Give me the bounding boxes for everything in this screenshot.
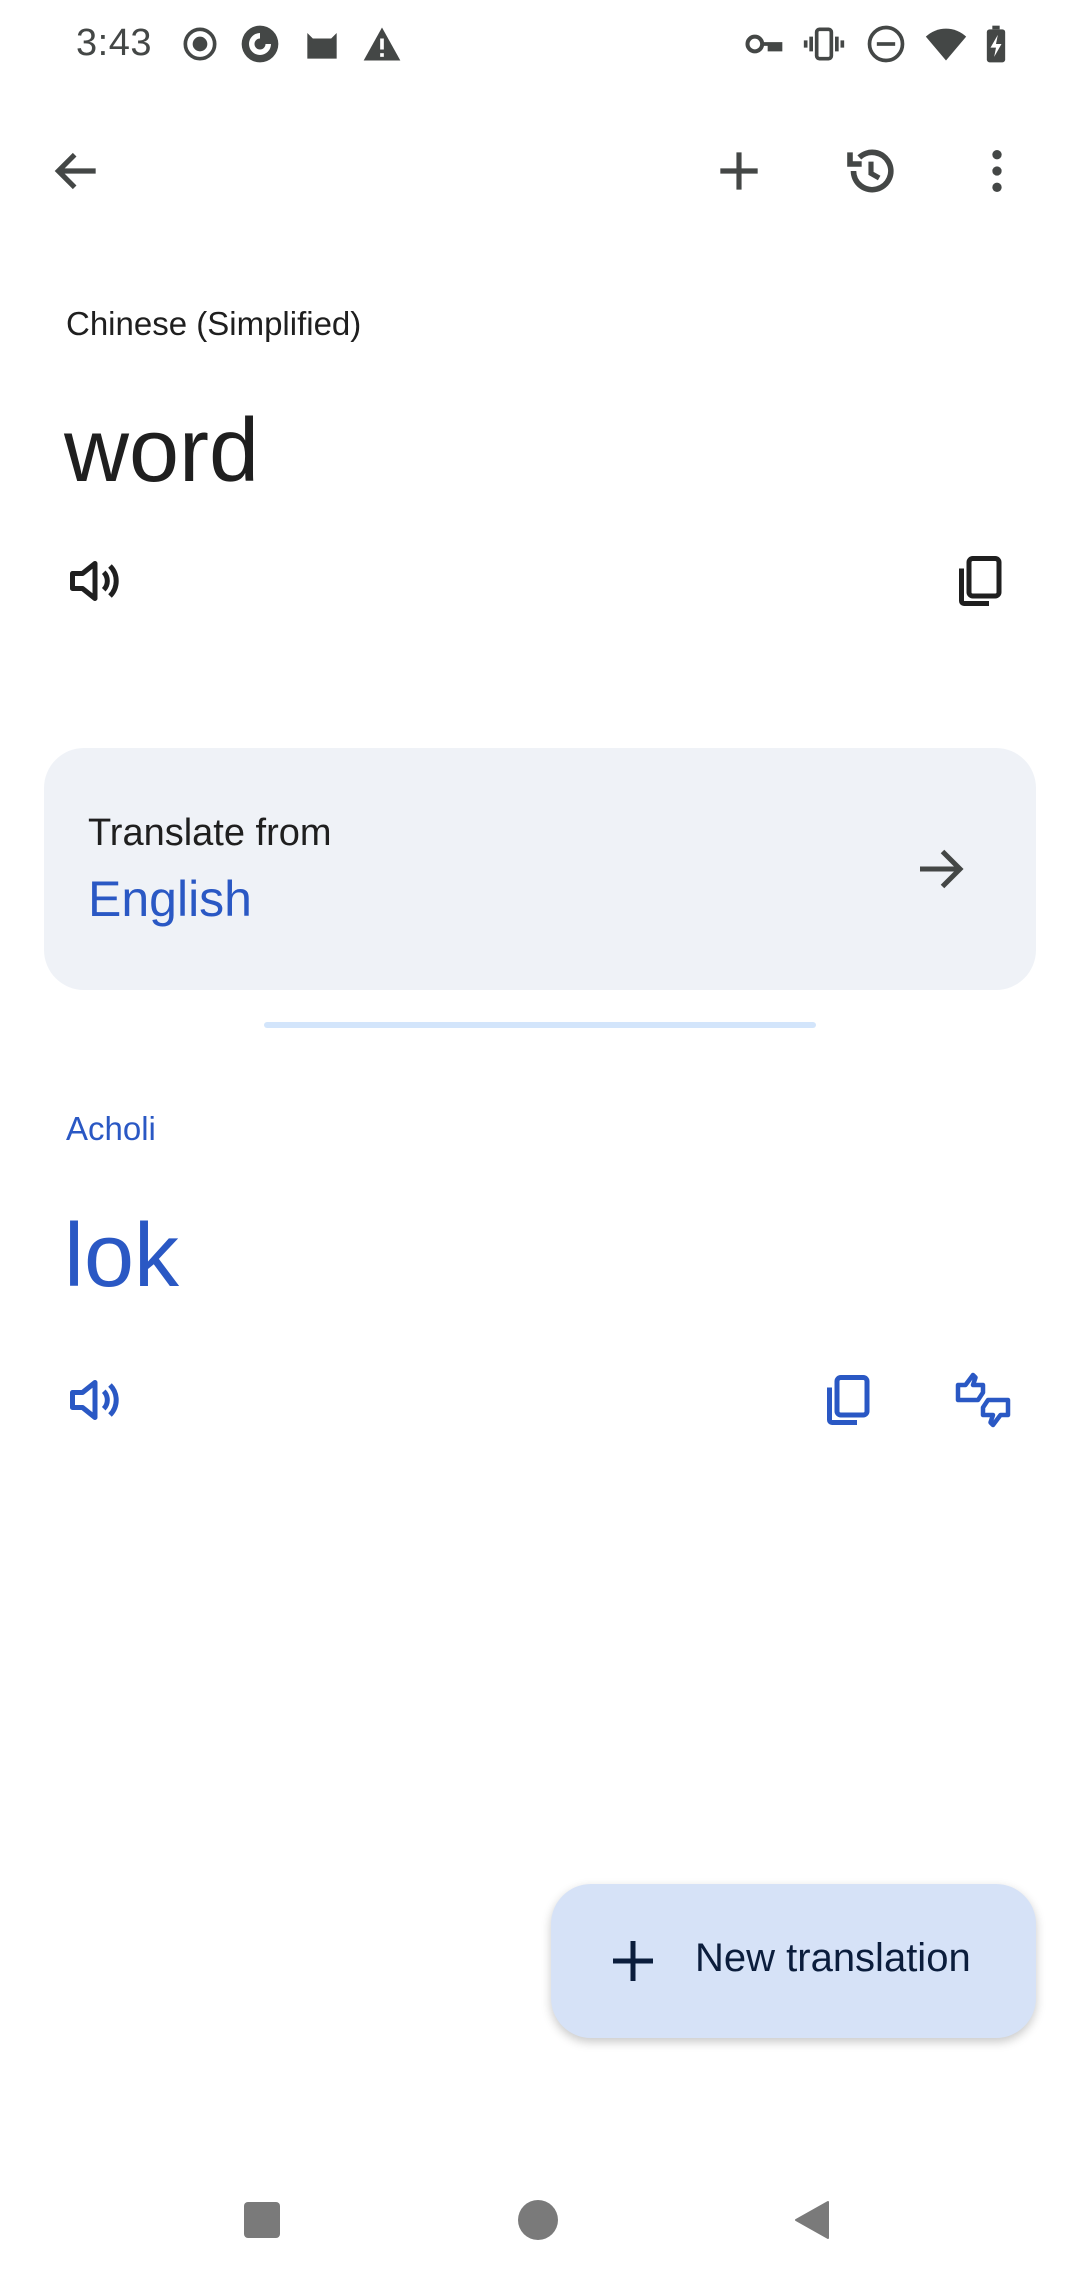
- source-language-label: Chinese (Simplified): [66, 305, 362, 342]
- loading-divider: [264, 1022, 816, 1028]
- back-button[interactable]: [32, 126, 122, 216]
- history-button[interactable]: [826, 126, 916, 216]
- home-button[interactable]: [488, 2170, 588, 2270]
- wifi-icon: [922, 20, 970, 68]
- translate-from-card[interactable]: [44, 748, 1036, 990]
- recents-button[interactable]: [212, 2170, 312, 2270]
- battery-charging-icon: [972, 20, 1020, 68]
- triangle-back-icon: [795, 2201, 829, 2239]
- target-copy-button[interactable]: [802, 1355, 892, 1445]
- more-options-button[interactable]: [952, 126, 1042, 216]
- translate-from-arrow-button[interactable]: [895, 824, 985, 914]
- square-icon: [244, 2202, 280, 2238]
- plus-icon: [613, 1941, 653, 1981]
- cat-icon: [298, 20, 346, 68]
- browser-icon: [236, 20, 284, 68]
- back-nav-button[interactable]: [762, 2170, 862, 2270]
- new-translation-toolbar-button[interactable]: [694, 126, 784, 216]
- source-copy-button[interactable]: [934, 536, 1024, 626]
- thumbs-up-down-icon: [955, 1372, 1011, 1428]
- circle-icon: [518, 2200, 558, 2240]
- source-listen-button[interactable]: [50, 536, 140, 626]
- plus-icon: [720, 152, 758, 190]
- translate-from-label: Translate from: [88, 812, 332, 854]
- new-translation-label: New translation: [695, 1936, 971, 1980]
- target-listen-button[interactable]: [50, 1355, 140, 1445]
- history-icon: [847, 149, 894, 193]
- speaker-icon: [70, 561, 119, 601]
- copy-icon: [959, 556, 1002, 606]
- new-translation-fab[interactable]: New translation: [551, 1884, 1036, 2038]
- speaker-icon: [70, 1380, 119, 1420]
- copy-icon: [827, 1375, 870, 1425]
- rate-translation-button[interactable]: [938, 1355, 1028, 1445]
- source-text: word: [64, 401, 260, 501]
- more-vert-icon: [992, 150, 1002, 192]
- do-not-disturb-icon: [862, 20, 910, 68]
- warning-icon: [358, 20, 406, 68]
- target-language-label: Acholi: [66, 1110, 156, 1147]
- vpn-key-icon: [740, 20, 788, 68]
- target-text: lok: [64, 1206, 180, 1306]
- status-time: 3:43: [76, 22, 152, 64]
- translate-from-language: English: [88, 871, 252, 927]
- record-icon: [176, 20, 224, 68]
- vibrate-icon: [800, 20, 848, 68]
- arrow-forward-icon: [920, 849, 964, 889]
- arrow-back-icon: [54, 152, 96, 190]
